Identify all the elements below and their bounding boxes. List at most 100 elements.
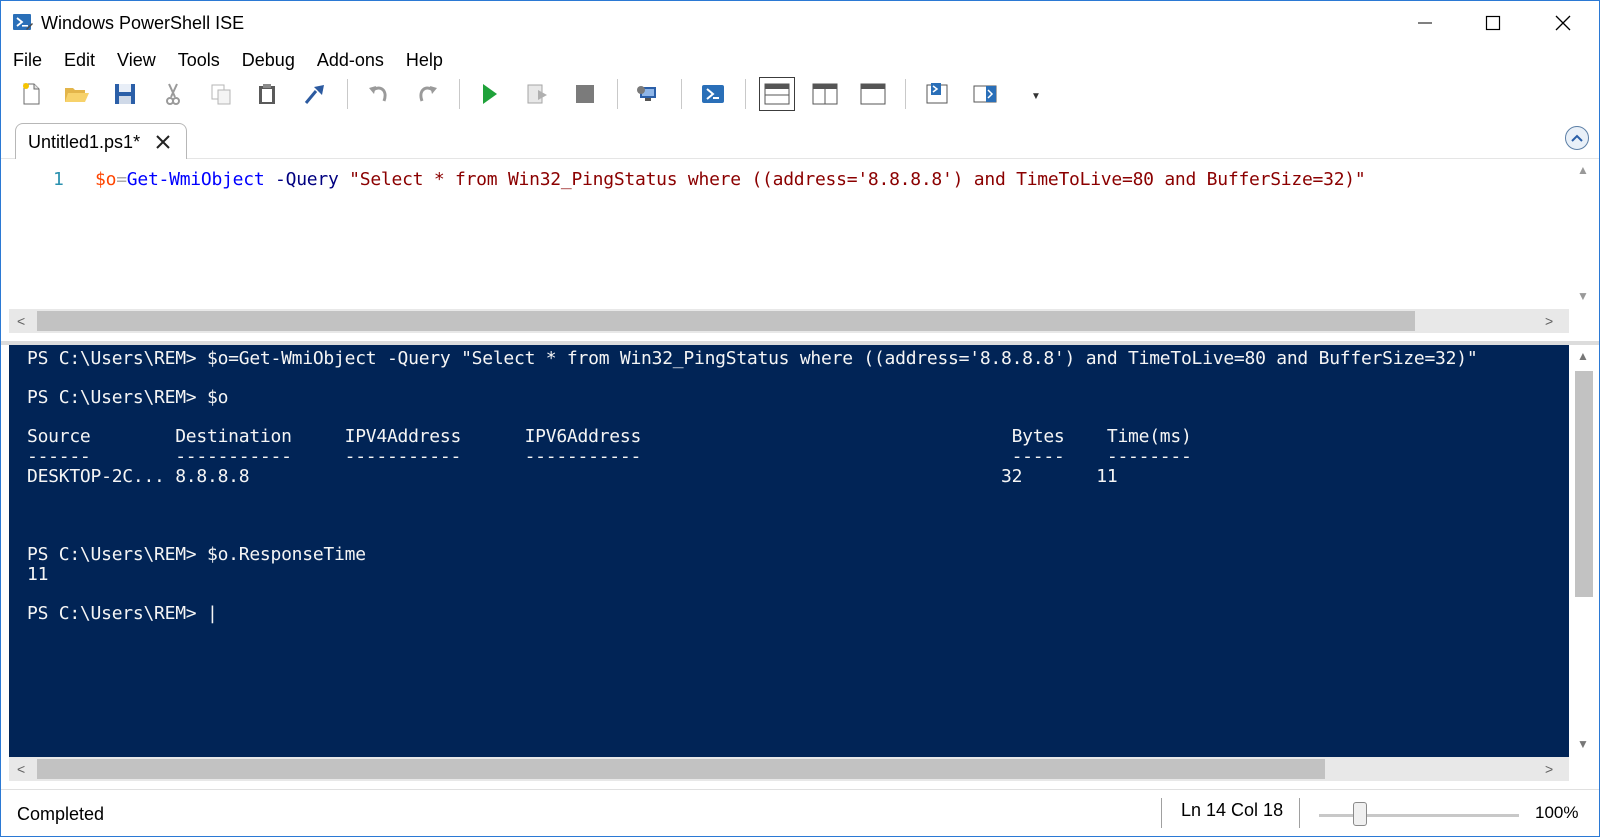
menu-help[interactable]: Help [398, 48, 451, 71]
console-pane[interactable]: PS C:\Users\REM> $o=Get-WmiObject -Query… [9, 345, 1569, 757]
open-icon [65, 88, 89, 102]
toolbar-separator [347, 79, 348, 109]
code-string: "Select * from Win32_PingStatus where ((… [349, 169, 1366, 190]
run-script-button[interactable] [473, 78, 505, 110]
chevron-up-icon [1571, 134, 1583, 142]
script-vertical-scrollbar[interactable]: ▲ ▼ [1569, 159, 1597, 309]
scroll-right-icon[interactable]: > [1545, 761, 1553, 777]
toolbar-separator [681, 79, 682, 109]
zoom-slider-track[interactable] [1319, 814, 1519, 817]
scroll-down-icon[interactable]: ▼ [1577, 289, 1589, 303]
toolbar-separator [617, 79, 618, 109]
new-script-icon [23, 83, 40, 105]
maximize-button[interactable] [1459, 1, 1527, 45]
powershell-ise-app-icon [12, 12, 34, 34]
show-command-window-icon [926, 83, 948, 104]
menu-tools[interactable]: Tools [170, 48, 228, 71]
show-command-window-button[interactable] [921, 78, 953, 110]
run-script-icon [483, 84, 497, 104]
scroll-thumb[interactable] [37, 311, 1415, 331]
cursor-position: Ln 14 Col 18 [1181, 800, 1284, 820]
scroll-thumb[interactable] [1575, 371, 1593, 597]
paste-button[interactable] [251, 78, 283, 110]
script-horizontal-scrollbar[interactable]: < > [9, 309, 1569, 333]
console-line: PS C:\Users\REM> $o=Get-WmiObject -Query… [27, 348, 1478, 369]
open-button[interactable] [61, 78, 93, 110]
save-button[interactable] [109, 78, 141, 110]
status-separator [1161, 798, 1162, 828]
close-icon [1555, 15, 1571, 31]
scroll-left-icon[interactable]: < [17, 761, 25, 777]
undo-button[interactable] [363, 78, 395, 110]
scroll-up-icon[interactable]: ▲ [1577, 349, 1589, 363]
tab-close-icon[interactable] [154, 133, 172, 156]
show-script-pane-right-button[interactable] [809, 78, 841, 110]
save-icon [115, 84, 135, 104]
toolbar-separator [905, 79, 906, 109]
toolbar-overflow-icon[interactable]: ▼ [1031, 91, 1041, 102]
minimize-button[interactable] [1391, 1, 1459, 45]
menu-edit[interactable]: Edit [56, 48, 103, 71]
console-line: 11 [27, 563, 49, 585]
undo-icon [369, 86, 387, 102]
scroll-left-icon[interactable]: < [17, 313, 25, 329]
title-bar: Windows PowerShell ISE [1, 1, 1599, 45]
maximize-icon [1485, 15, 1501, 31]
script-editor[interactable]: 1 $o=Get-WmiObject -Query "Select * from… [9, 159, 1569, 309]
show-script-pane-top-button[interactable] [759, 77, 795, 111]
hide-script-pane-button[interactable] [1565, 126, 1589, 150]
new-script-button[interactable] [15, 78, 47, 110]
stop-button[interactable] [569, 78, 601, 110]
scroll-thumb[interactable] [37, 759, 1325, 779]
run-selection-button[interactable] [521, 78, 553, 110]
show-script-maximized-icon [860, 83, 886, 105]
scroll-right-icon[interactable]: > [1545, 313, 1553, 329]
script-pane: Untitled1.ps1* 1 $o=Get-WmiObject -Query… [1, 115, 1599, 341]
minimize-icon [1418, 22, 1432, 24]
code-variable: $o [95, 169, 117, 190]
stop-icon [576, 85, 594, 103]
code-operator: = [116, 169, 127, 190]
menu-addons[interactable]: Add-ons [309, 48, 392, 71]
code-parameter: -Query [275, 169, 339, 190]
console-line: PS C:\Users\REM> $o.ResponseTime [27, 543, 366, 565]
zoom-slider-thumb[interactable] [1353, 802, 1367, 826]
clear-console-button[interactable] [299, 78, 331, 110]
start-powershell-button[interactable] [697, 78, 729, 110]
console-vertical-scrollbar[interactable]: ▲ ▼ [1569, 345, 1597, 757]
toolbar-separator [459, 79, 460, 109]
console-output: PS C:\Users\REM> $o=Get-WmiObject -Query… [27, 348, 1478, 624]
code-command: Get-WmiObject [126, 169, 265, 190]
console-prompt-line[interactable]: PS C:\Users\REM> | [27, 604, 1477, 624]
show-script-pane-maximized-button[interactable] [857, 78, 889, 110]
show-command-addon-button[interactable] [969, 78, 1001, 110]
menu-file[interactable]: File [5, 48, 50, 71]
console-line: DESKTOP-2C... 8.8.8.8 32 11 [27, 465, 1118, 487]
tab-untitled1[interactable]: Untitled1.ps1* [15, 123, 187, 159]
console-line: ------ ----------- ----------- ---------… [27, 445, 1192, 467]
copy-icon [211, 84, 231, 105]
run-selection-icon [527, 84, 547, 104]
new-remote-powershell-tab-button[interactable] [633, 78, 665, 110]
redo-button[interactable] [411, 78, 443, 110]
console-horizontal-scrollbar[interactable]: < > [9, 757, 1569, 781]
status-separator [1299, 798, 1300, 828]
close-button[interactable] [1529, 1, 1597, 45]
console-line: Source Destination IPV4Address IPV6Addre… [27, 426, 1192, 448]
menu-debug[interactable]: Debug [234, 48, 303, 71]
show-script-right-icon [812, 83, 838, 105]
console-line: PS C:\Users\REM> $o [27, 387, 229, 409]
cut-button[interactable] [157, 78, 189, 110]
scroll-down-icon[interactable]: ▼ [1577, 737, 1589, 751]
paste-icon [259, 84, 275, 104]
zoom-level: 100% [1535, 803, 1579, 822]
menu-view[interactable]: View [109, 48, 164, 71]
copy-button[interactable] [205, 78, 237, 110]
scroll-up-icon[interactable]: ▲ [1577, 163, 1589, 177]
clear-console-icon [304, 85, 324, 104]
